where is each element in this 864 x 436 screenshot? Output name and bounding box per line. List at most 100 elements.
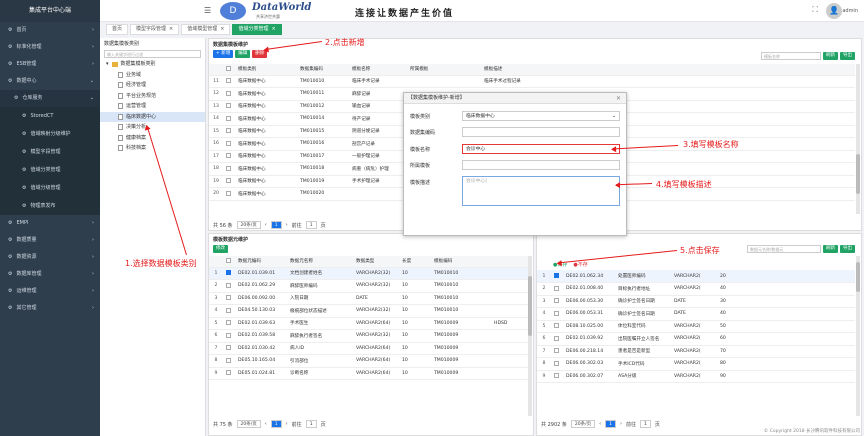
- row-checkbox[interactable]: [223, 137, 235, 151]
- table-row[interactable]: 1 DE02.01.062.34 处置医师编码 VARCHAR2(20: [537, 270, 855, 283]
- row-checkbox[interactable]: [223, 329, 235, 343]
- modify-button[interactable]: 修改: [213, 245, 228, 253]
- sidebar-item[interactable]: ⚙ 数据资源 ›: [0, 249, 100, 266]
- scrollbar[interactable]: [528, 256, 532, 416]
- sidebar-item[interactable]: ⚙ 其它管理 ›: [0, 300, 100, 317]
- row-checkbox[interactable]: [551, 370, 563, 383]
- row-checkbox[interactable]: [551, 320, 563, 333]
- close-icon[interactable]: ✕: [616, 93, 621, 104]
- user-name[interactable]: admin: [842, 8, 858, 14]
- column-header[interactable]: [491, 256, 529, 268]
- tab[interactable]: 首页: [106, 24, 129, 35]
- sidebar-item[interactable]: ⚙ 值域映射分级维护: [0, 125, 100, 143]
- row-checkbox[interactable]: [551, 270, 563, 283]
- row-checkbox[interactable]: [223, 354, 235, 368]
- tree-node[interactable]: 业务域: [100, 70, 205, 81]
- table-row[interactable]: 1 DE02.01.039.01 文档创建者姓名 VARCHAR2(32) 10 TM01…: [209, 267, 529, 280]
- column-header[interactable]: [471, 64, 481, 76]
- table-row[interactable]: 9 DE06.00.302.07 ASA分级 VARCHAR2(90: [537, 370, 855, 383]
- table-row[interactable]: 5 DE02.01.039.63 手术医生 VARCHAR2(64) 10 TM01000…: [209, 317, 529, 330]
- refresh-button[interactable]: 刷新: [823, 245, 838, 253]
- code-input[interactable]: [462, 127, 620, 137]
- avatar[interactable]: 👤: [826, 3, 842, 19]
- cancel-save-button[interactable]: ●不存: [573, 261, 587, 268]
- row-checkbox[interactable]: [551, 345, 563, 358]
- export-button[interactable]: 导出: [840, 245, 855, 253]
- tab[interactable]: 值域分类管理 ×: [232, 24, 282, 35]
- column-header[interactable]: 所属模板: [407, 64, 471, 76]
- page-number[interactable]: 1: [270, 221, 282, 229]
- prev-page-icon[interactable]: ‹: [265, 222, 267, 228]
- row-checkbox[interactable]: [223, 317, 235, 330]
- row-checkbox[interactable]: [551, 307, 563, 321]
- row-checkbox[interactable]: [223, 292, 235, 305]
- template-input[interactable]: [462, 160, 620, 170]
- table-row[interactable]: 11 临床数据中心 TM010010 临床手术记录 临床手术过程记录: [209, 75, 855, 88]
- next-page-icon[interactable]: ›: [286, 222, 288, 228]
- next-page-icon[interactable]: ›: [620, 421, 622, 427]
- page-number[interactable]: 1: [270, 420, 282, 428]
- sidebar-item[interactable]: ⚙ 运维管理 ›: [0, 283, 100, 300]
- table-row[interactable]: 2 DE02.01.008.40 目标执行者地址 VARCHAR2(40: [537, 282, 855, 296]
- table-row[interactable]: 6 DE02.01.039.58 麻醉执行者签名 VARCHAR2(32) 10 TM01…: [209, 329, 529, 343]
- select-all-checkbox[interactable]: [223, 64, 235, 76]
- goto-page-input[interactable]: 1: [305, 221, 317, 229]
- row-checkbox[interactable]: [551, 282, 563, 296]
- column-header[interactable]: 模板描述: [481, 64, 855, 76]
- tab[interactable]: 模型字段管理 ×: [130, 24, 180, 35]
- table-row[interactable]: 9 DE05.01.024.81 诊断名称 VARCHAR2(64) 10 TM01000…: [209, 367, 529, 380]
- table-row[interactable]: 2 DE02.01.062.29 麻醉医师编码 VARCHAR2(32) 10 TM010…: [209, 279, 529, 293]
- tab[interactable]: 值域模型管理 ×: [181, 24, 231, 35]
- tree-node[interactable]: 临床数据中心: [100, 111, 205, 122]
- row-checkbox[interactable]: [223, 150, 235, 163]
- row-checkbox[interactable]: [551, 332, 563, 346]
- goto-page-input[interactable]: 1: [305, 420, 317, 428]
- row-checkbox[interactable]: [223, 100, 235, 113]
- name-input[interactable]: 会诊中心: [462, 144, 620, 154]
- page-number[interactable]: 1: [605, 420, 617, 428]
- close-icon[interactable]: ×: [271, 24, 275, 35]
- page-size-select[interactable]: 20条/页: [570, 420, 596, 428]
- row-checkbox[interactable]: [223, 304, 235, 318]
- sidebar-item[interactable]: ⚙ 值域分级管理: [0, 179, 100, 197]
- sidebar-item[interactable]: ⚙ 数据中心 ⌄: [0, 73, 100, 90]
- scrollbar[interactable]: [856, 64, 860, 214]
- desc-textarea[interactable]: 会诊中心|: [462, 176, 620, 206]
- close-icon[interactable]: ×: [220, 24, 224, 35]
- page-size-select[interactable]: 20条/页: [236, 420, 261, 428]
- row-checkbox[interactable]: [551, 295, 563, 308]
- sidebar-item[interactable]: ⚙ StoredCT: [0, 107, 100, 125]
- row-checkbox[interactable]: [223, 342, 235, 355]
- row-checkbox[interactable]: [223, 367, 235, 380]
- tree-search-input[interactable]: 输入关键字进行过滤: [104, 50, 201, 58]
- row-checkbox[interactable]: [223, 125, 235, 138]
- row-checkbox[interactable]: [223, 175, 235, 188]
- goto-page-input[interactable]: 1: [640, 420, 651, 428]
- table-row[interactable]: 8 DE06.00.302.03 手术ICD代码 VARCHAR2(80: [537, 357, 855, 371]
- export-button[interactable]: 导出: [840, 52, 855, 60]
- edit-button[interactable]: 编辑: [235, 50, 251, 58]
- tree-root[interactable]: ▾ 数据集模板类别: [100, 59, 205, 70]
- table-row[interactable]: 7 DE02.01.030.42 病人ID VARCHAR2(64) 10 TM01000…: [209, 342, 529, 355]
- column-header[interactable]: 长度: [399, 256, 419, 268]
- prev-page-icon[interactable]: ‹: [265, 421, 267, 427]
- tree-node[interactable]: 决策分析: [100, 122, 205, 133]
- tree-node[interactable]: 平台业务规范: [100, 91, 205, 102]
- row-checkbox[interactable]: [223, 279, 235, 293]
- table-row[interactable]: 3 DE06.00.092.00 入院日期 DATE 10 TM010010: [209, 292, 529, 305]
- table-row[interactable]: 7 DE06.00.218.14 患者是否是新型 VARCHAR2(70: [537, 345, 855, 358]
- table-row[interactable]: 3 DE06.00.053.30 确诊护士签名日期 DATE 30: [537, 295, 855, 308]
- table-row[interactable]: 4 DE04.50.130.03 瘢痕部位状态描述 VARCHAR2(32) 10 TM0…: [209, 304, 529, 318]
- next-page-icon[interactable]: ›: [286, 421, 288, 427]
- template-search-input[interactable]: 模板名称: [761, 52, 821, 60]
- column-header[interactable]: 模板类别: [235, 64, 297, 76]
- element-search-input[interactable]: 数据元名称/数据元: [747, 245, 821, 253]
- menu-toggle-icon[interactable]: ☰: [204, 6, 211, 15]
- select-all-checkbox[interactable]: [223, 256, 235, 268]
- sidebar-item[interactable]: ⚙ 数据库管理 ›: [0, 266, 100, 283]
- row-checkbox[interactable]: [223, 162, 235, 176]
- column-header[interactable]: 数据元编码: [235, 256, 287, 268]
- fullscreen-icon[interactable]: ⛶: [812, 5, 818, 15]
- table-row[interactable]: 4 DE06.00.053.31 确诊护士签名日期 DATE 40: [537, 307, 855, 321]
- sidebar-item[interactable]: ⚙ 首页 ›: [0, 22, 100, 39]
